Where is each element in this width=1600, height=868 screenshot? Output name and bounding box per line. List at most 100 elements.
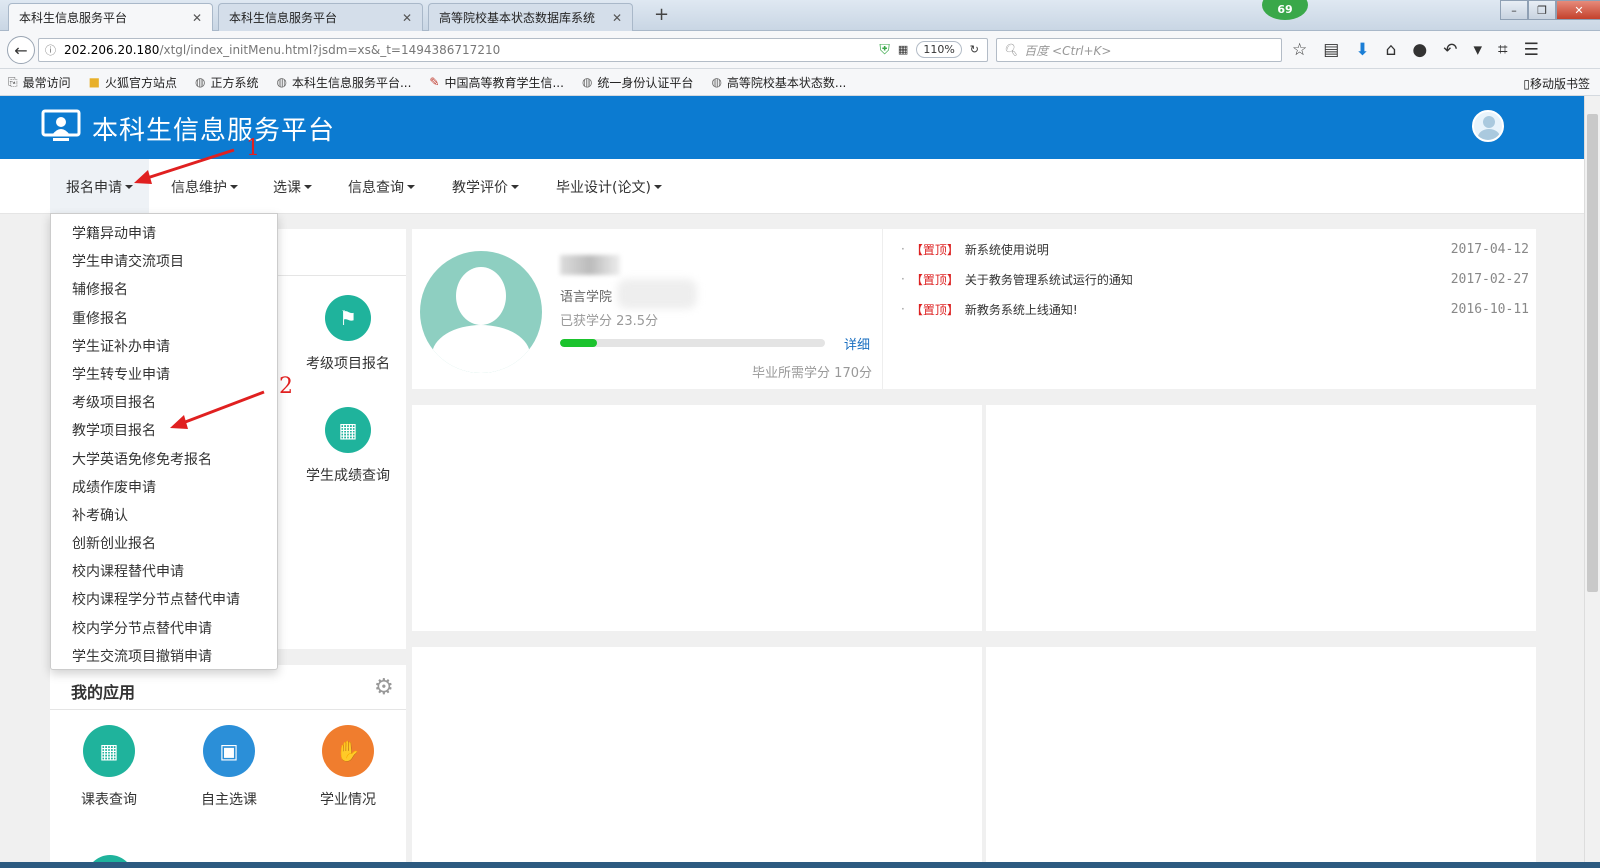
dropdown-item[interactable]: 学生交流项目撤销申请 [51,643,277,671]
home-icon[interactable]: ⌂ [1386,40,1397,60]
app-timetable[interactable]: ▦ 课表查询 [54,725,164,809]
notice-item[interactable]: · 【置顶】 新教务系统上线通知! 2016-10-11 [901,299,1529,319]
back-button[interactable]: ← [7,36,35,64]
maximize-icon[interactable]: ❐ [1528,0,1556,20]
dropdown-item[interactable]: 补考确认 [51,502,277,530]
search-input[interactable]: 🔍︎ 百度 <Ctrl+K> [996,38,1282,62]
grade-query-icon: ▦ [325,407,371,453]
browser-tab-2[interactable]: 本科生信息服务平台 ✕ [218,3,423,31]
minimize-icon[interactable]: – [1500,0,1528,20]
dropdown-item[interactable]: 学生申请交流项目 [51,248,277,276]
site-title: 本科生信息服务平台 [92,116,336,146]
bookmark-item[interactable]: ◍ 正方系统 [195,74,259,91]
new-tab-button[interactable]: + [654,4,669,25]
dropdown-item[interactable]: 学生证补办申请 [51,333,277,361]
dropdown-item[interactable]: 校内课程学分节点替代申请 [51,586,277,614]
notice-item[interactable]: · 【置顶】 新系统使用说明 2017-04-12 [901,239,1529,259]
dropdown-item[interactable]: 校内课程替代申请 [51,558,277,586]
dropdown-item[interactable]: 学籍异动申请 [51,220,277,248]
app-grade-query[interactable]: ▦ 学生成绩查询 [293,407,403,485]
empty-panel [412,405,982,631]
bookmark-icon: ⎘ [8,74,18,89]
dropdown-item[interactable]: 成绩作废申请 [51,474,277,502]
reload-icon[interactable]: ↻ [970,43,979,56]
dropdown-item[interactable]: 学生转专业申请 [51,361,277,389]
menu-teaching-evaluation[interactable]: 教学评价 [436,159,535,214]
dropdown-item[interactable]: 大学英语免修免考报名 [51,446,277,474]
star-icon[interactable]: ☆ [1292,40,1307,60]
exam-register-icon: ⚑ [325,295,371,341]
registration-dropdown: 学籍异动申请 学生申请交流项目 辅修报名 重修报名 学生证补办申请 学生转专业申… [50,213,278,670]
bookmark-item[interactable]: ◍ 本科生信息服务平台... [276,74,411,91]
monitor-logo-icon [41,109,81,141]
notice-item[interactable]: · 【置顶】 关于教务管理系统试运行的通知 2017-02-27 [901,269,1529,289]
tab-label: 高等院校基本状态数据库系统 [439,11,596,25]
pinned-tag: 【置顶】 [910,272,959,287]
globe-icon: ◍ [194,75,206,89]
zoom-level[interactable]: 110% [916,41,962,58]
app-course-select[interactable]: ▣ 自主选课 [174,725,284,809]
menu-course-selection[interactable]: 选课 [257,159,328,214]
app-exam-register[interactable]: ⚑ 考级项目报名 [293,295,403,373]
close-icon[interactable]: ✕ [402,11,412,25]
menu-info-query[interactable]: 信息查询 [332,159,431,214]
browser-nav-bar: ← ⓘ 202.206.20.180/xtgl/index_initMenu.h… [0,31,1600,69]
menu-icon[interactable]: ☰ [1524,40,1539,60]
mobile-bookmarks[interactable]: ▯移动版书签 [1523,75,1590,92]
notice-title[interactable]: 关于教务管理系统试运行的通知 [965,271,1451,288]
shield-icon[interactable]: ⛨ [879,42,890,58]
dropdown-item[interactable]: 创新创业报名 [51,530,277,558]
back-arrow-icon: ← [14,40,28,60]
profile-card: 语言学院 已获学分 23.5分 详细 毕业所需学分 170分 [412,229,882,389]
progress-fill [560,339,598,347]
download-icon[interactable]: ⬇ [1355,40,1369,60]
info-icon[interactable]: ⓘ [45,42,56,58]
bookmark-item[interactable]: ◍ 高等院校基本状态数... [711,74,846,91]
dropdown-arrow-icon[interactable]: ▾ [1473,40,1482,60]
earned-credits: 已获学分 23.5分 [560,314,659,329]
notice-title[interactable]: 新系统使用说明 [965,241,1451,258]
menu-graduation-design[interactable]: 毕业设计(论文) [540,159,678,214]
caret-down-icon [304,184,312,189]
detail-link[interactable]: 详细 [844,334,870,353]
dropdown-item[interactable]: 校内学分节点替代申请 [51,615,277,643]
blurred-id [617,279,697,309]
globe-icon: ◍ [276,75,287,89]
url-host: 202.206.20.180 [64,43,160,57]
window-close-icon[interactable]: ✕ [1556,0,1600,20]
academic-status-icon: ✋ [322,725,374,777]
dropdown-item[interactable]: 重修报名 [51,305,277,333]
browser-toolbar: ☆ ▤ ⬇ ⌂ ● ↶ ▾ ⌗ ☰ [1292,40,1539,60]
qrcode-icon[interactable]: ▦ [898,43,908,56]
notice-date: 2017-02-27 [1450,271,1529,287]
close-icon[interactable]: ✕ [612,11,622,25]
bookmark-item[interactable]: ◍ 统一身份认证平台 [582,74,694,91]
bookmarks-bar: ⎘ 最常访问 ■ 火狐官方站点 ◍ 正方系统 ◍ 本科生信息服务平台... ✎ 中国高等教… [0,69,1600,96]
undo-icon[interactable]: ↶ [1443,40,1457,60]
phone-icon: ▯ [1523,77,1530,91]
vertical-scrollbar[interactable] [1584,96,1600,868]
empty-panel [412,647,982,868]
empty-panel [986,405,1536,631]
notice-title[interactable]: 新教务系统上线通知! [965,301,1451,318]
bookmark-item[interactable]: ✎ 中国高等教育学生信... [429,74,564,91]
required-credits: 毕业所需学分 170分 [752,366,872,381]
bookmark-item[interactable]: ⎘ 最常访问 [8,74,71,91]
app-academic-status[interactable]: ✋ 学业情况 [293,725,403,809]
bookmark-item[interactable]: ■ 火狐官方站点 [89,74,177,91]
browser-tab-3[interactable]: 高等院校基本状态数据库系统 ✕ [428,3,633,31]
user-avatar[interactable] [1472,110,1504,142]
gear-icon[interactable]: ⚙ [374,675,394,700]
scrollbar-thumb[interactable] [1587,114,1598,592]
chat-icon[interactable]: ● [1412,40,1427,60]
crop-icon[interactable]: ⌗ [1498,40,1508,60]
notification-badge[interactable]: 69 [1262,0,1308,20]
dropdown-item[interactable]: 辅修报名 [51,276,277,304]
address-bar[interactable]: ⓘ 202.206.20.180/xtgl/index_initMenu.htm… [38,38,988,62]
browser-tab-1[interactable]: 本科生信息服务平台 ✕ [8,3,213,31]
close-icon[interactable]: ✕ [192,11,202,25]
caret-down-icon [511,184,519,189]
annotation-number: 2 [279,374,293,399]
reading-list-icon[interactable]: ▤ [1323,40,1339,60]
search-icon: 🔍︎ [1003,43,1019,57]
